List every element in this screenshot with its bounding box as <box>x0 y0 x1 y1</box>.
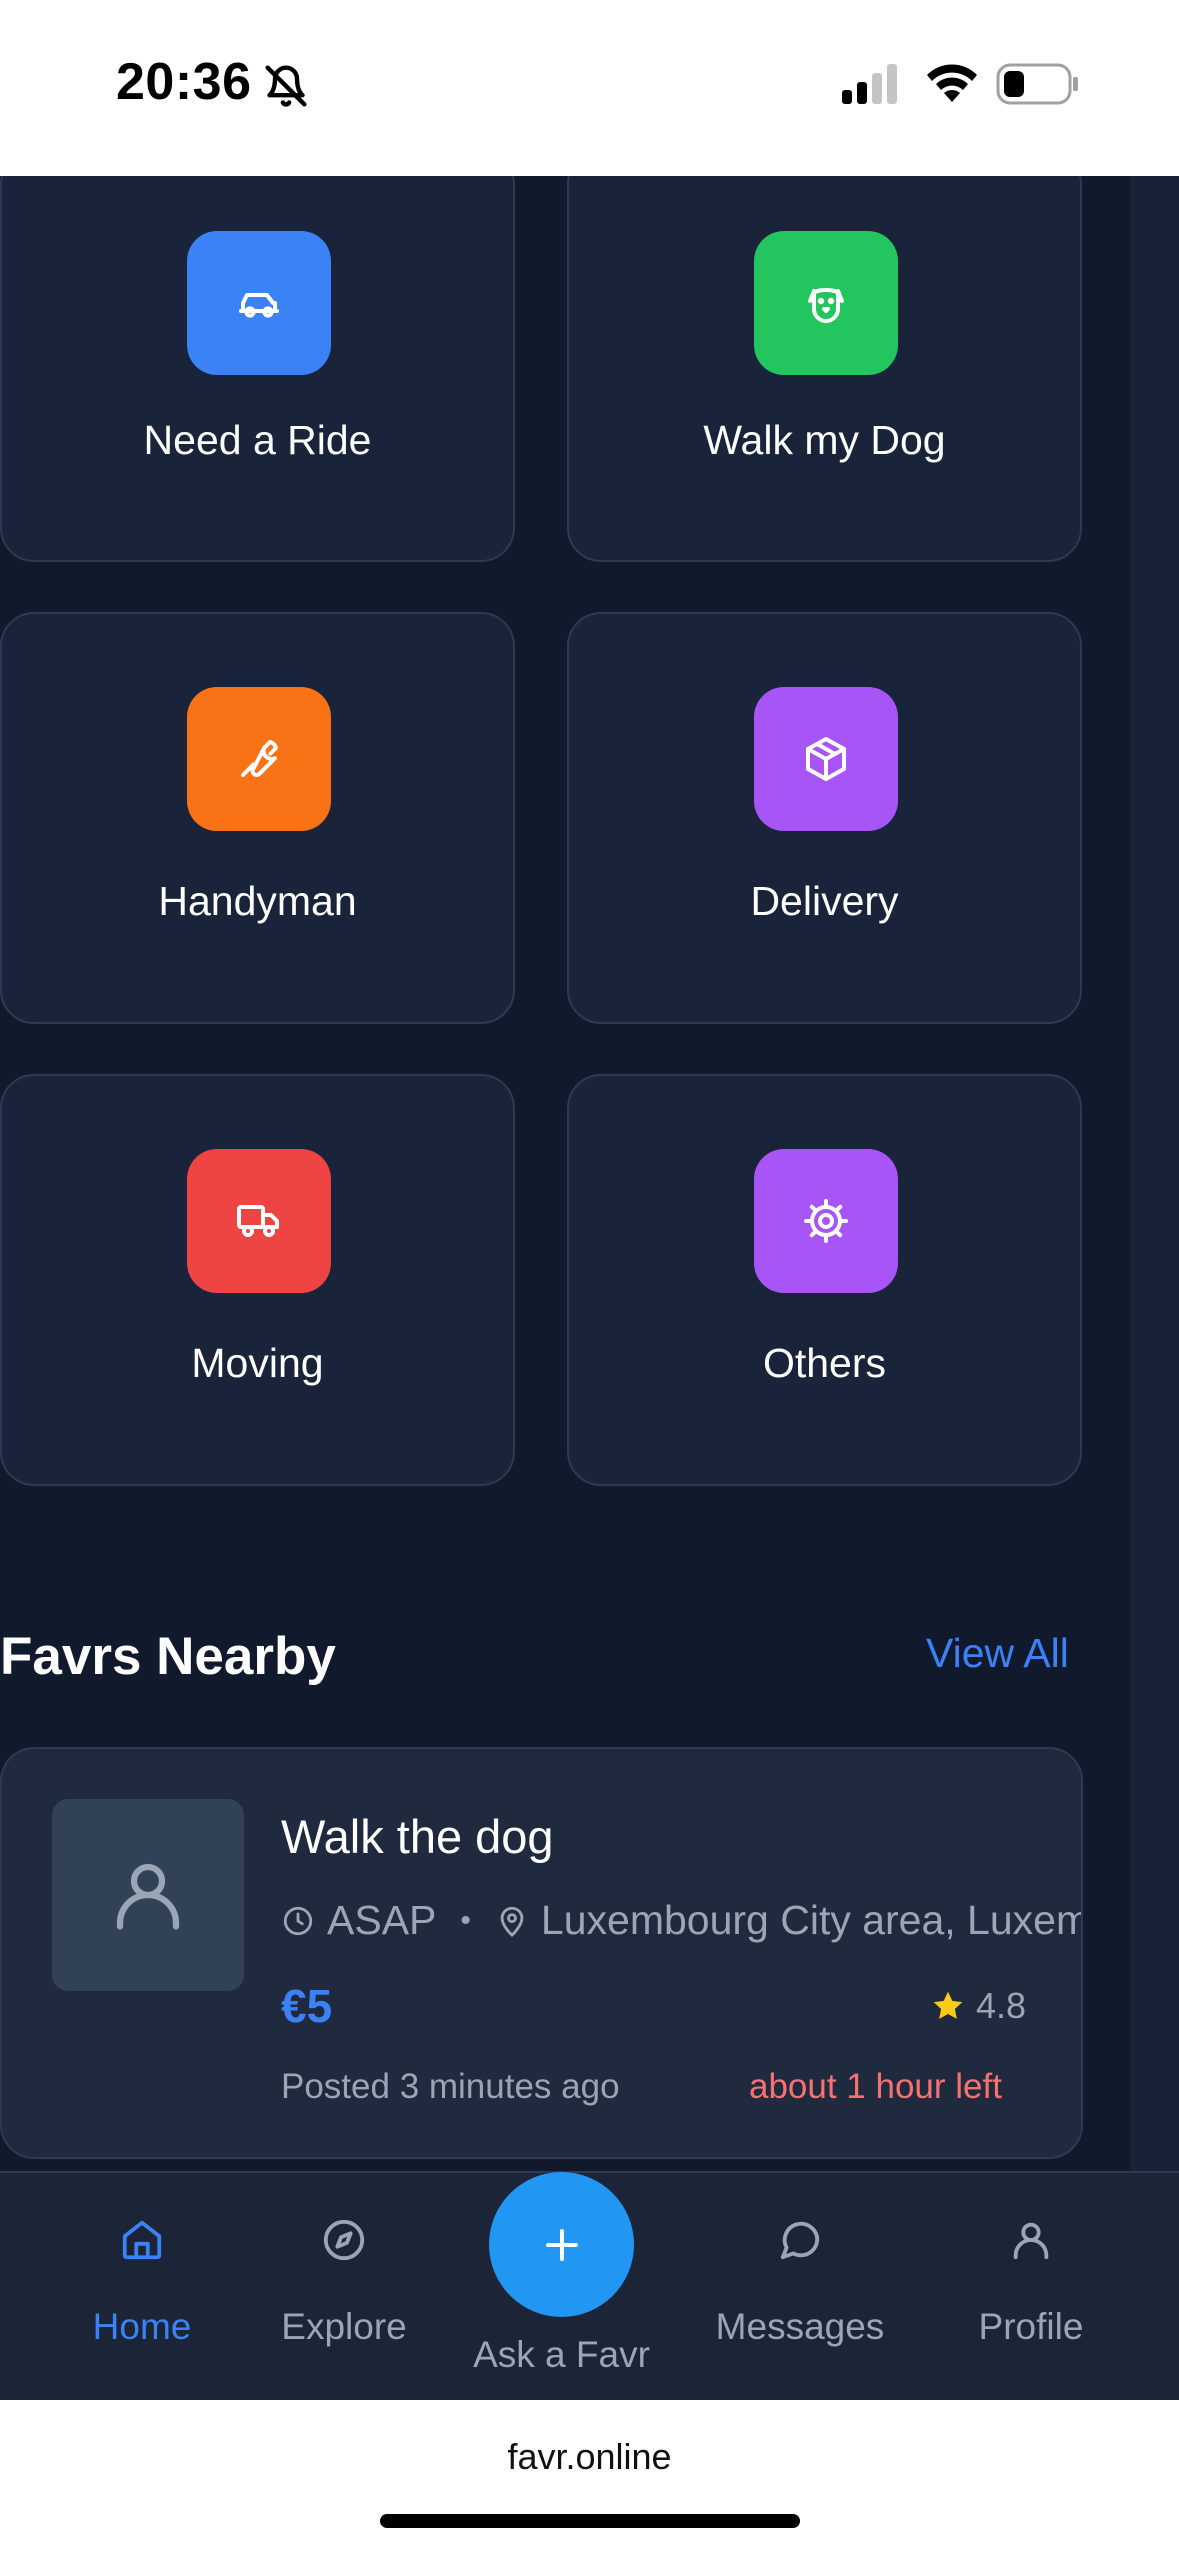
view-all-link[interactable]: View All <box>926 1630 1069 1677</box>
favr-when: ASAP <box>327 1897 437 1943</box>
nav-label: Explore <box>281 2306 407 2347</box>
ask-a-favr-label[interactable]: Ask a Favr <box>448 2334 675 2376</box>
chat-bubble-icon <box>777 2217 823 2268</box>
compass-icon <box>321 2217 367 2268</box>
category-others[interactable]: Others <box>567 1074 1082 1486</box>
favr-location: Luxembourg City area, Luxembo <box>540 1897 1083 1943</box>
category-handyman[interactable]: Handyman <box>0 612 515 1024</box>
car-icon <box>187 231 331 375</box>
nav-explore[interactable]: Explore <box>264 2173 424 2402</box>
clock-icon <box>281 1904 315 1938</box>
rating-value: 4.8 <box>976 1985 1027 2026</box>
ask-a-favr-button[interactable] <box>489 2172 634 2317</box>
truck-icon <box>187 1149 331 1293</box>
star-icon <box>930 1988 966 2024</box>
user-icon <box>116 1863 180 1930</box>
category-label: Need a Ride <box>143 417 372 463</box>
nav-messages[interactable]: Messages <box>700 2173 900 2402</box>
wrench-icon <box>187 687 331 831</box>
category-moving[interactable]: Moving <box>0 1074 515 1486</box>
bell-muted-icon <box>264 64 308 113</box>
category-label: Delivery <box>750 878 899 924</box>
wifi-icon <box>924 60 980 109</box>
category-label: Moving <box>191 1340 324 1386</box>
user-icon <box>1008 2217 1054 2268</box>
category-delivery[interactable]: Delivery <box>567 612 1082 1024</box>
home-icon <box>119 2217 165 2268</box>
nav-home[interactable]: Home <box>62 2173 222 2402</box>
favr-rating: 4.8 <box>930 1985 1026 2027</box>
browser-url[interactable]: favr.online <box>0 2436 1179 2478</box>
category-label: Handyman <box>158 878 357 924</box>
dog-icon <box>754 231 898 375</box>
status-bar: 20:36 <box>0 0 1179 176</box>
battery-icon <box>996 62 1080 111</box>
avatar <box>52 1799 244 1991</box>
scroll-area-edge <box>1130 176 1179 2176</box>
app-content: Need a Ride Walk my Dog Handyman Deliver… <box>0 176 1179 2400</box>
nav-profile[interactable]: Profile <box>951 2173 1111 2402</box>
category-label: Others <box>762 1340 887 1386</box>
favr-posted: Posted 3 minutes ago <box>281 2067 620 2106</box>
category-label: Walk my Dog <box>703 417 946 463</box>
nav-label: Profile <box>978 2306 1084 2347</box>
package-icon <box>754 687 898 831</box>
category-walk-my-dog[interactable]: Walk my Dog <box>567 176 1082 562</box>
status-time: 20:36 <box>116 53 252 111</box>
favr-card[interactable]: Walk the dog ASAP • Luxembourg City area… <box>0 1747 1083 2159</box>
meta-separator: • <box>460 1903 471 1937</box>
favr-title: Walk the dog <box>281 1810 554 1863</box>
favr-price: €5 <box>281 1980 333 2032</box>
plus-icon <box>545 2228 578 2261</box>
nav-label: Messages <box>715 2306 885 2347</box>
gear-icon <box>754 1149 898 1293</box>
map-pin-icon <box>495 1904 529 1938</box>
favr-meta: ASAP • Luxembourg City area, Luxembo <box>281 1897 1083 1944</box>
favr-time-left: about 1 hour left <box>749 2067 1002 2106</box>
browser-url-bar[interactable] <box>0 2400 1179 2556</box>
home-indicator[interactable] <box>380 2514 800 2528</box>
cellular-signal-icon <box>842 64 902 109</box>
category-need-a-ride[interactable]: Need a Ride <box>0 176 515 562</box>
section-title-favrs-nearby: Favrs Nearby <box>0 1627 336 1686</box>
nav-label: Home <box>92 2306 192 2347</box>
